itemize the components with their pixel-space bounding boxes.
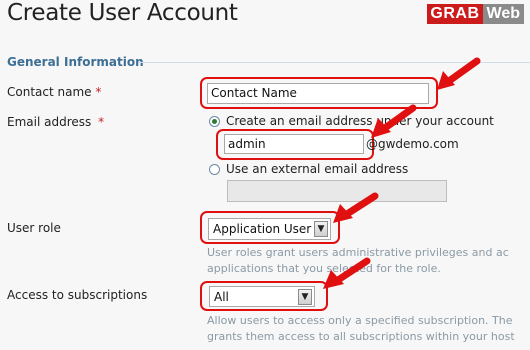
chevron-down-icon: ▼	[314, 221, 328, 237]
red-arrow-icon	[323, 257, 371, 289]
contact-name-label: Contact name *	[7, 85, 102, 99]
create-email-option-label: Create an email address under your accou…	[226, 114, 494, 128]
logo-part-web: Web	[482, 4, 524, 24]
user-role-label: User role	[7, 221, 61, 235]
chevron-down-icon: ▼	[298, 289, 312, 305]
user-role-select[interactable]: Application User ▼	[208, 218, 331, 240]
subscriptions-help-line1: Allow users to access only a specified s…	[207, 314, 513, 327]
contact-name-input[interactable]: Contact Name	[207, 83, 429, 104]
grabweb-logo: GRAB Web	[427, 4, 524, 24]
create-email-radio[interactable]	[209, 116, 220, 127]
red-arrow-icon	[371, 104, 417, 138]
logo-part-grab: GRAB	[427, 4, 483, 24]
subscriptions-select[interactable]: All ▼	[209, 286, 315, 307]
red-arrow-icon	[437, 57, 481, 90]
red-arrow-icon	[333, 192, 379, 223]
subscriptions-help-line2: grants them access to all subscriptions …	[207, 330, 515, 343]
email-address-label: Email address *	[7, 115, 105, 129]
page-title: Create User Account	[7, 0, 238, 26]
email-username-input[interactable]: admin	[224, 134, 364, 154]
external-email-option-label: Use an external email address	[226, 162, 409, 176]
external-email-radio[interactable]	[209, 164, 220, 175]
subscriptions-label: Access to subscriptions	[7, 288, 148, 302]
section-heading: General Information	[7, 55, 144, 69]
